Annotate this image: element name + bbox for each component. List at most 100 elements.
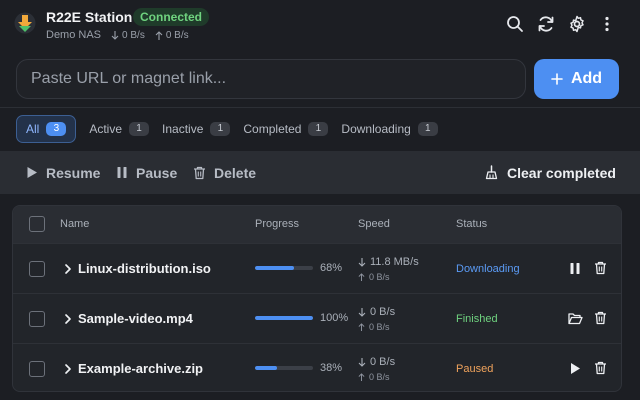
app-header: R22E Station Connected Demo NAS 0 B/s 0 …	[0, 0, 640, 48]
gear-icon	[570, 15, 584, 33]
more-menu-button[interactable]	[597, 14, 617, 34]
delete-label: Delete	[214, 164, 257, 181]
upload-speed-value: 0 B/s	[369, 322, 390, 332]
global-download-speed: 0 B/s	[111, 30, 145, 41]
progress-percent: 38%	[320, 362, 343, 374]
column-header-progress[interactable]: Progress	[255, 206, 299, 243]
progress-bar	[255, 266, 313, 270]
add-button-label: Add	[570, 70, 603, 87]
row-checkbox[interactable]	[29, 311, 45, 327]
trash-icon	[594, 311, 607, 325]
table-row[interactable]: Linux-distribution.iso 68% 11.8 MB/s 0 B/s D…	[13, 243, 621, 293]
pause-button[interactable]	[567, 260, 583, 276]
settings-button[interactable]	[567, 14, 587, 34]
play-icon	[27, 167, 37, 178]
trash-icon	[594, 261, 607, 275]
download-speed: 11.8 MB/s	[358, 256, 419, 268]
app-title: R22E Station	[46, 9, 133, 25]
tab-label: Active	[89, 122, 123, 136]
more-vertical-icon	[605, 16, 609, 32]
pause-icon	[569, 262, 581, 275]
tab-inactive[interactable]: Inactive 1	[162, 115, 231, 143]
tab-label: Downloading	[341, 122, 411, 136]
progress-percent: 100%	[320, 312, 349, 324]
delete-row-button[interactable]	[592, 310, 608, 326]
status-label: Downloading	[456, 263, 520, 275]
row-checkbox[interactable]	[29, 361, 45, 377]
column-header-name[interactable]: Name	[60, 206, 89, 243]
download-speed: 0 B/s	[358, 306, 395, 318]
status-label: Finished	[456, 313, 498, 325]
divider	[0, 107, 640, 108]
play-button[interactable]	[567, 360, 583, 376]
file-name: Example-archive.zip	[78, 361, 203, 376]
tab-count: 1	[210, 122, 231, 136]
upload-speed: 0 B/s	[358, 372, 390, 382]
tab-count: 1	[129, 122, 150, 136]
tab-label: Inactive	[162, 122, 204, 136]
trash-icon	[594, 361, 607, 375]
global-upload-speed-value: 0 B/s	[165, 29, 189, 41]
pause-button[interactable]: Pause	[116, 151, 177, 194]
file-name: Linux-distribution.iso	[78, 261, 211, 276]
arrow-down-icon	[358, 257, 366, 267]
progress-bar	[255, 316, 313, 320]
search-icon	[507, 16, 523, 32]
delete-row-button[interactable]	[592, 360, 608, 376]
global-upload-speed: 0 B/s	[155, 30, 189, 41]
upload-speed: 0 B/s	[358, 322, 390, 332]
chevron-right-icon[interactable]	[63, 312, 73, 326]
arrow-down-icon	[358, 357, 366, 367]
folder-open-icon	[567, 312, 583, 325]
tab-label: Completed	[243, 122, 302, 136]
resume-label: Resume	[46, 164, 101, 181]
resume-button[interactable]: Resume	[26, 151, 100, 194]
folder-open-button[interactable]	[567, 310, 583, 326]
play-icon	[569, 362, 581, 375]
upload-speed: 0 B/s	[358, 272, 390, 282]
select-all-checkbox[interactable]	[29, 216, 45, 232]
row-checkbox[interactable]	[29, 261, 45, 277]
upload-speed-value: 0 B/s	[369, 372, 390, 382]
bulk-action-bar: Resume Pause Delete Clear completed	[0, 151, 640, 194]
connection-status-badge: Connected	[133, 8, 210, 26]
refresh-icon	[538, 16, 554, 32]
upload-speed-value: 0 B/s	[369, 272, 390, 282]
device-info: Demo NAS 0 B/s 0 B/s	[46, 29, 189, 41]
tab-all[interactable]: All 3	[16, 115, 77, 143]
table-row[interactable]: Example-archive.zip 38% 0 B/s 0 B/s Paused	[13, 343, 621, 391]
search-button[interactable]	[505, 14, 525, 34]
tab-active[interactable]: Active 1	[89, 115, 150, 143]
progress-percent: 68%	[320, 262, 343, 274]
add-button[interactable]: Add	[534, 59, 619, 99]
chevron-right-icon[interactable]	[63, 362, 73, 376]
clear-completed-button[interactable]: Clear completed	[484, 151, 616, 194]
tab-completed[interactable]: Completed 1	[243, 115, 329, 143]
arrow-up-icon	[155, 30, 163, 40]
progress-bar-fill	[255, 266, 295, 270]
arrow-down-icon	[111, 30, 119, 40]
progress-bar	[255, 366, 313, 370]
chevron-right-icon[interactable]	[63, 262, 73, 276]
pause-icon	[117, 167, 127, 178]
delete-button[interactable]: Delete	[193, 151, 256, 194]
progress-bar-fill	[255, 316, 313, 320]
download-speed: 0 B/s	[358, 356, 395, 368]
table-row[interactable]: Sample-video.mp4 100% 0 B/s 0 B/s Finished	[13, 293, 621, 343]
torrent-table: Name Progress Speed Status Linux-distrib…	[12, 205, 622, 392]
arrow-up-icon	[358, 323, 365, 331]
download-speed-value: 0 B/s	[370, 306, 396, 318]
refresh-button[interactable]	[536, 14, 556, 34]
download-speed-value: 11.8 MB/s	[370, 256, 419, 268]
trash-icon	[194, 166, 205, 179]
tab-count: 1	[308, 122, 329, 136]
tab-downloading[interactable]: Downloading 1	[341, 115, 438, 143]
table-header: Name Progress Speed Status	[13, 206, 621, 243]
url-input[interactable]	[16, 59, 526, 99]
download-speed-value: 0 B/s	[370, 356, 396, 368]
delete-row-button[interactable]	[592, 260, 608, 276]
column-header-status[interactable]: Status	[456, 206, 487, 243]
tab-label: All	[26, 122, 40, 136]
column-header-speed[interactable]: Speed	[358, 206, 390, 243]
progress-bar-fill	[255, 366, 278, 370]
